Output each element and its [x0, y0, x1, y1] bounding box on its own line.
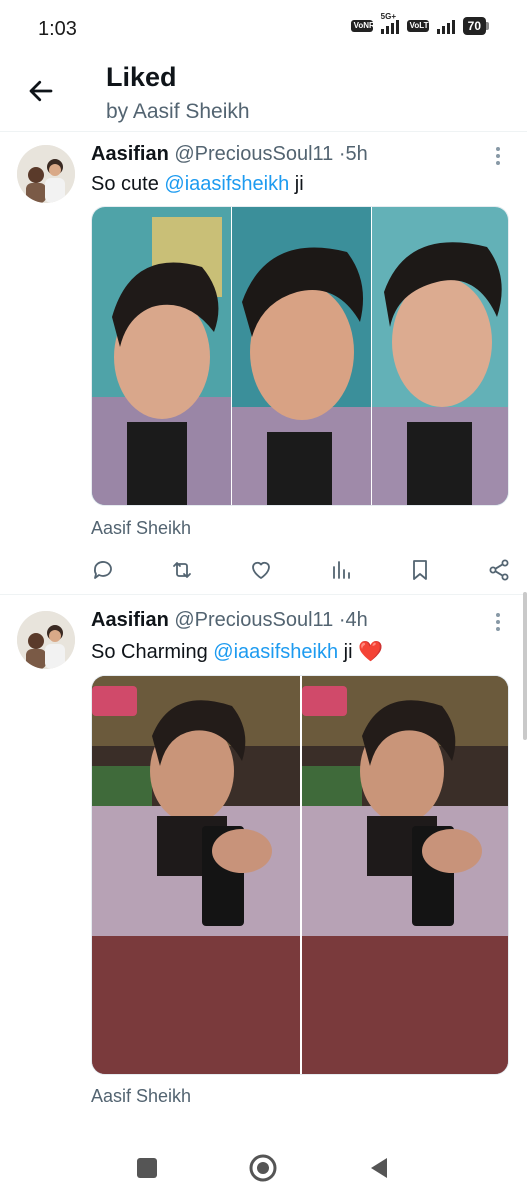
tweet-text-start: So cute — [91, 173, 165, 195]
system-nav-bar — [0, 1136, 527, 1200]
page-subtitle: by Aasif Sheikh — [106, 100, 250, 123]
more-vertical-icon[interactable] — [495, 147, 501, 167]
page-title: Liked — [106, 62, 177, 92]
tweet[interactable]: Aasifian @PreciousSoul11 ·5h So cute @ia… — [0, 133, 527, 595]
red-heart-emoji: ❤️ — [358, 641, 383, 663]
back-triangle-icon[interactable] — [363, 1152, 395, 1184]
signal-icon — [436, 18, 455, 34]
status-icons: VoNR 5G+ VoLTE 70 — [350, 12, 489, 35]
recents-square-icon[interactable] — [131, 1152, 163, 1184]
tweet-media[interactable] — [91, 675, 509, 1075]
heart-icon[interactable] — [249, 558, 273, 582]
tweet-text-end: ji — [338, 641, 359, 663]
user-handle[interactable]: @PreciousSoul11 — [174, 143, 333, 165]
views-icon[interactable] — [329, 558, 353, 582]
reply-icon[interactable] — [91, 558, 115, 582]
tweet-text-start: So Charming — [91, 641, 214, 663]
retweet-icon[interactable] — [170, 558, 194, 582]
tweet-header: Aasifian @PreciousSoul11 ·5h — [91, 143, 368, 166]
home-circle-icon[interactable] — [247, 1152, 279, 1184]
tweet-media[interactable] — [91, 206, 509, 506]
tweet-time: 5h — [345, 143, 368, 165]
page-header: Liked by Aasif Sheikh — [0, 58, 527, 132]
avatar[interactable] — [17, 145, 75, 203]
user-handle[interactable]: @PreciousSoul11 — [174, 609, 333, 631]
bookmark-icon[interactable] — [408, 558, 432, 582]
mention-link[interactable]: @iaasifsheikh — [213, 641, 338, 663]
tweet-time: 4h — [345, 609, 368, 631]
liked-by-attribution[interactable]: Aasif Sheikh — [91, 518, 191, 539]
share-icon[interactable] — [487, 558, 511, 582]
status-time: 1:03 — [38, 18, 77, 40]
liked-by-attribution[interactable]: Aasif Sheikh — [91, 1086, 191, 1107]
battery-icon: 70 — [462, 17, 489, 35]
arrow-left-icon[interactable] — [26, 76, 56, 106]
tweet-actions — [91, 557, 511, 583]
tweet-text-end: ji — [289, 173, 304, 195]
avatar[interactable] — [17, 611, 75, 669]
battery-level: 70 — [462, 17, 486, 35]
tweet-text: So cute @iaasifsheikh ji — [91, 173, 304, 196]
signal-5g-icon: 5G+ — [380, 12, 399, 34]
tweet[interactable]: Aasifian @PreciousSoul11 ·4h So Charming… — [0, 597, 527, 1127]
network-type-label: 5G+ — [380, 12, 396, 21]
tweet-text: So Charming @iaasifsheikh ji ❤️ — [91, 639, 383, 664]
scrollbar[interactable] — [523, 592, 527, 740]
vonr-icon: VoNR — [350, 20, 375, 32]
display-name[interactable]: Aasifian — [91, 609, 169, 631]
volte-icon: VoLTE — [406, 20, 434, 32]
mention-link[interactable]: @iaasifsheikh — [164, 173, 289, 195]
meta-separator: · — [338, 143, 346, 165]
meta-separator: · — [338, 609, 346, 631]
tweet-header: Aasifian @PreciousSoul11 ·4h — [91, 609, 368, 632]
display-name[interactable]: Aasifian — [91, 143, 169, 165]
status-bar: 1:03 VoNR 5G+ VoLTE 70 — [0, 0, 527, 58]
more-vertical-icon[interactable] — [495, 613, 501, 633]
